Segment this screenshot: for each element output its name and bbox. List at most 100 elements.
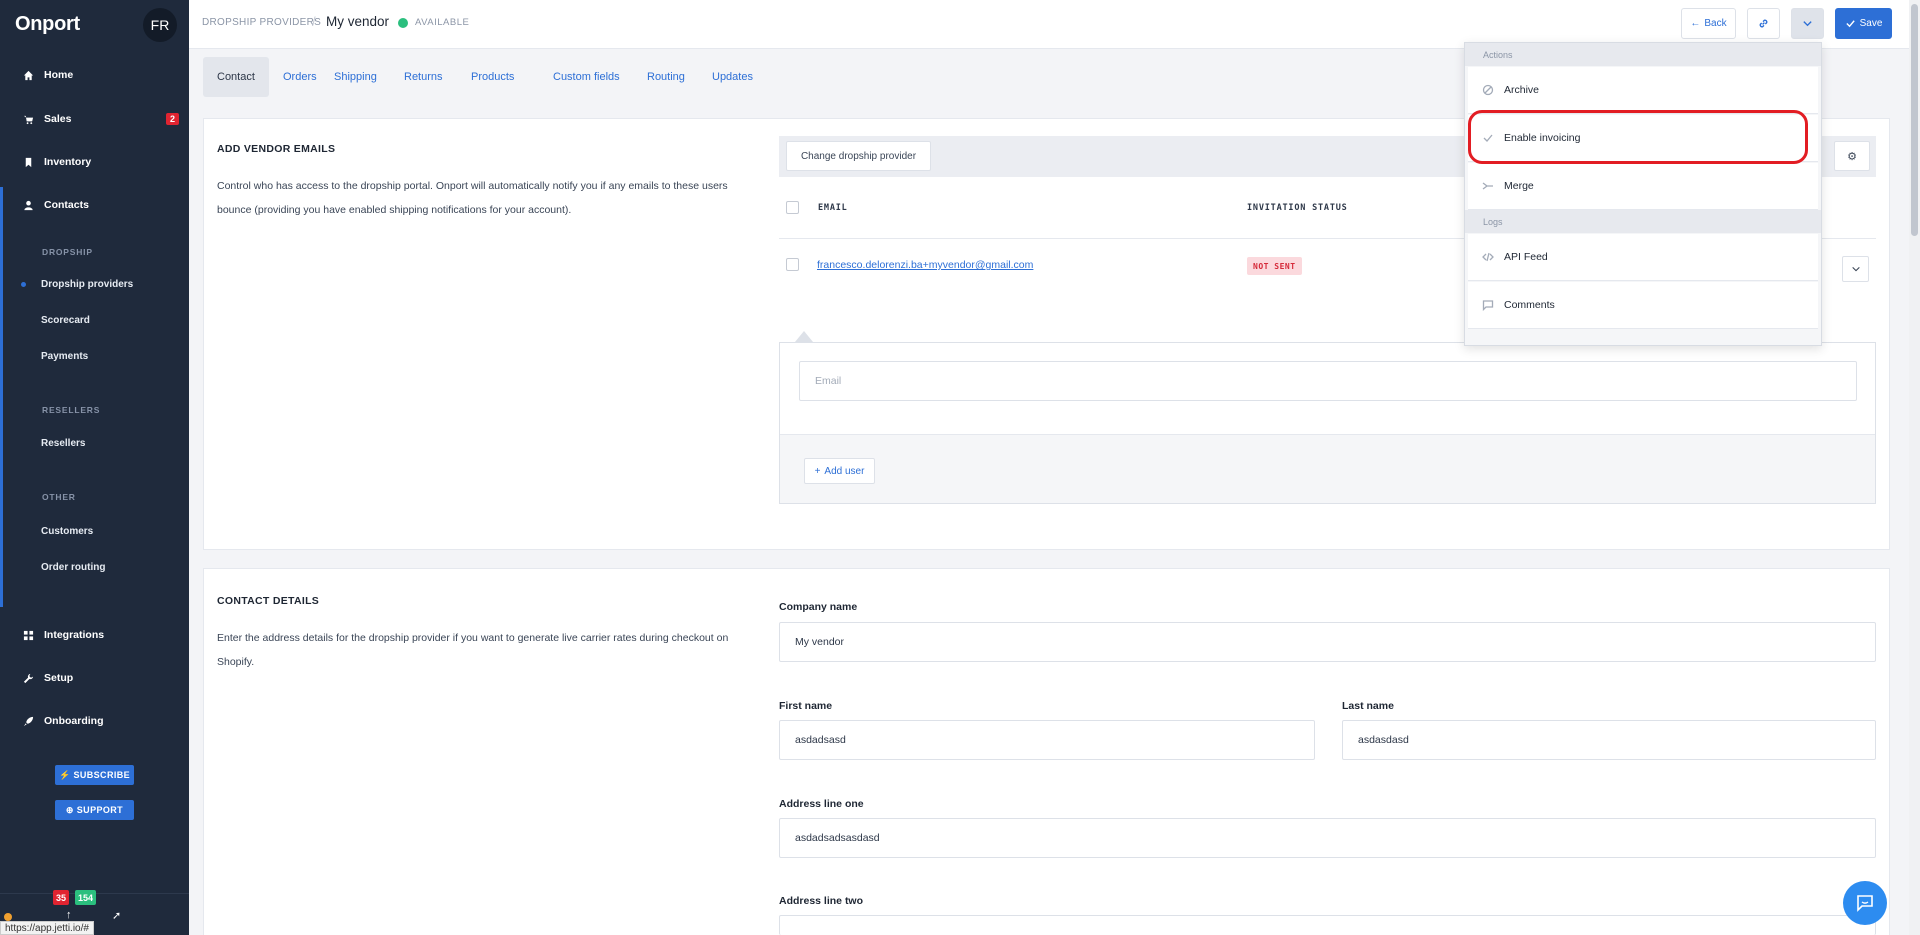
sidebar-item-resellers[interactable]: Resellers [41, 438, 85, 449]
back-button[interactable]: ← Back [1681, 8, 1736, 39]
user-icon [20, 197, 36, 213]
last-name-input[interactable]: asdasdasd [1342, 720, 1876, 760]
add-user-panel: Email + Add user [779, 342, 1876, 504]
row-menu-button[interactable] [1842, 256, 1869, 282]
breadcrumb-separator: / [312, 14, 316, 29]
tab-updates[interactable]: Updates [698, 57, 767, 97]
scrollbar-thumb[interactable] [1911, 4, 1918, 236]
sidebar-item-label: Setup [44, 672, 74, 684]
select-all-checkbox[interactable] [786, 201, 799, 214]
tab-products[interactable]: Products [457, 57, 528, 97]
link-button[interactable] [1747, 8, 1780, 39]
success-counter[interactable]: 154 [75, 890, 97, 905]
app-logo[interactable]: Onport [15, 13, 80, 36]
tab-returns[interactable]: Returns [390, 57, 457, 97]
tab-contact[interactable]: Contact [203, 57, 269, 97]
company-name-input[interactable]: My vendor [779, 622, 1876, 662]
tab-routing[interactable]: Routing [633, 57, 699, 97]
first-name-input[interactable]: asdadsasd [779, 720, 1315, 760]
avatar[interactable]: FR [143, 7, 177, 42]
check-icon [1845, 20, 1855, 28]
support-button[interactable]: ⊕ SUPPORT [55, 800, 134, 820]
tab-custom-fields[interactable]: Custom fields [539, 57, 634, 97]
menu-item-archive[interactable]: Archive [1468, 67, 1818, 114]
save-button[interactable]: Save [1835, 8, 1892, 39]
section-title: ADD VENDOR EMAILS [217, 143, 336, 155]
section-description: Enter the address details for the dropsh… [217, 632, 729, 668]
sidebar-header: Onport FR [0, 0, 189, 49]
sidebar-item-setup[interactable]: Setup [0, 663, 189, 693]
actions-dropdown-menu: Actions Archive Enable invoicing Merge L… [1464, 42, 1822, 346]
page-title: My vendor [326, 14, 390, 29]
sidebar-item-inventory[interactable]: Inventory [0, 147, 189, 177]
menu-item-api-feed[interactable]: API Feed [1468, 234, 1818, 281]
chevron-down-icon [1851, 266, 1860, 272]
column-header-invitation-status: INVITATION STATUS [1247, 203, 1348, 213]
grid-icon [20, 627, 36, 643]
invitation-status-badge: NOT SENT [1247, 257, 1302, 275]
add-user-label: Add user [824, 465, 865, 477]
address-line-one-label: Address line one [779, 798, 864, 810]
menu-item-label: API Feed [1504, 251, 1548, 263]
menu-item-merge[interactable]: Merge [1468, 163, 1818, 210]
menu-item-label: Merge [1504, 180, 1534, 192]
menu-item-comments[interactable]: Comments [1468, 282, 1818, 329]
sales-badge: 2 [165, 113, 179, 125]
scrollbar[interactable] [1909, 0, 1920, 935]
add-user-footer [780, 434, 1875, 503]
sidebar-item-customers[interactable]: Customers [41, 526, 93, 537]
chevron-down-icon [1803, 21, 1812, 27]
sidebar-item-payments[interactable]: Payments [41, 351, 88, 362]
sidebar-item-integrations[interactable]: Integrations [0, 620, 189, 650]
sidebar-item-scorecard[interactable]: Scorecard [41, 315, 90, 326]
breadcrumb[interactable]: DROPSHIP PROVIDERS [202, 17, 321, 28]
sidebar: Onport FR Home Sales 2 Inventory Contact… [0, 0, 189, 935]
last-name-label: Last name [1342, 700, 1394, 712]
tab-shipping[interactable]: Shipping [320, 57, 391, 97]
status-dot-icon [398, 18, 408, 28]
sidebar-item-sales[interactable]: Sales 2 [0, 104, 189, 134]
bookmark-icon [20, 154, 36, 170]
sidebar-item-label: Contacts [44, 199, 89, 211]
address-line-two-label: Address line two [779, 895, 864, 907]
address-line-two-input[interactable] [779, 915, 1876, 935]
subscribe-button[interactable]: ⚡ SUBSCRIBE [55, 765, 134, 785]
chat-launcher-button[interactable] [1843, 881, 1887, 925]
company-name-label: Company name [779, 601, 858, 613]
section-resellers: RESELLERS [42, 405, 101, 415]
menu-item-label: Comments [1504, 299, 1555, 311]
sidebar-item-label: Onboarding [44, 715, 104, 727]
sidebar-item-dropship-providers[interactable]: Dropship providers [41, 279, 133, 290]
section-other: OTHER [42, 492, 76, 502]
active-section-indicator [0, 187, 3, 607]
support-label: SUPPORT [76, 805, 124, 815]
arrow-left-icon: ← [1690, 18, 1701, 29]
row-checkbox[interactable] [786, 258, 799, 271]
dropdown-header-actions: Actions [1465, 43, 1821, 66]
merge-icon [1481, 179, 1495, 193]
email-link[interactable]: francesco.delorenzi.ba+myvendor@gmail.co… [817, 259, 1033, 271]
section-dropship: DROPSHIP [42, 247, 93, 257]
dropdown-header-logs: Logs [1465, 210, 1821, 233]
sidebar-item-home[interactable]: Home [0, 60, 189, 90]
sidebar-item-contacts[interactable]: Contacts [0, 190, 189, 220]
add-user-button[interactable]: + Add user [804, 458, 875, 484]
subscribe-label: SUBSCRIBE [73, 770, 131, 780]
sidebar-item-label: Sales [44, 113, 72, 125]
address-line-one-input[interactable]: asdadsadsasdasd [779, 818, 1876, 858]
upload-icon[interactable]: ↑ [66, 909, 72, 921]
status-label: AVAILABLE [415, 17, 470, 28]
cart-icon [20, 111, 36, 127]
link-icon [1759, 19, 1768, 28]
change-provider-button[interactable]: Change dropship provider [786, 141, 931, 171]
email-input[interactable]: Email [799, 361, 1857, 401]
sidebar-item-order-routing[interactable]: Order routing [41, 562, 105, 573]
settings-button[interactable]: ⚙ [1834, 141, 1870, 171]
plus-icon: + [814, 465, 821, 477]
actions-dropdown-button[interactable] [1791, 8, 1824, 39]
error-counter[interactable]: 35 [53, 890, 70, 905]
launch-icon[interactable]: ➚ [112, 909, 121, 922]
sidebar-item-onboarding[interactable]: Onboarding [0, 706, 189, 736]
wrench-icon [20, 670, 36, 686]
section-title: CONTACT DETAILS [217, 595, 320, 607]
